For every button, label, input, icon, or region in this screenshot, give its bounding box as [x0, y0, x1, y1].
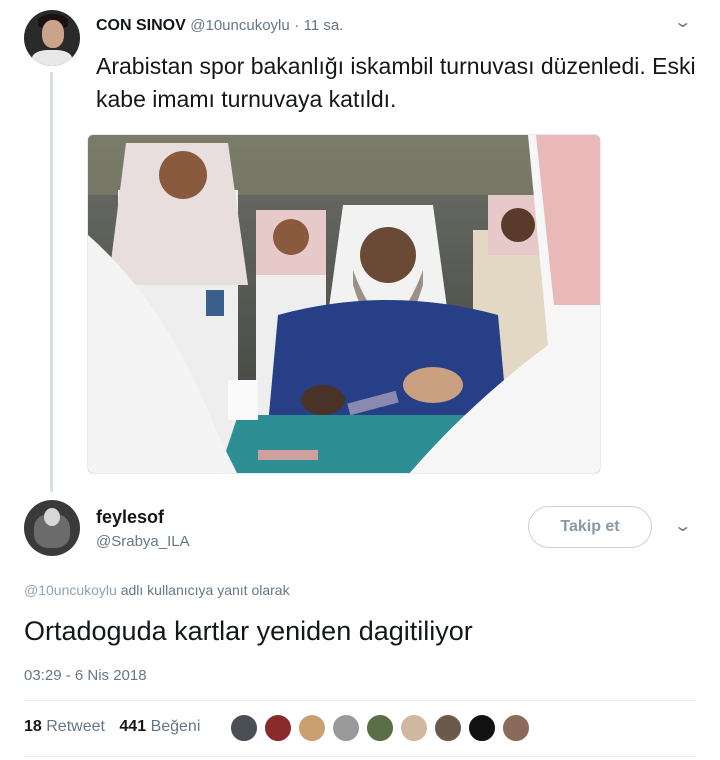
tweet-header: CON SINOV @10uncukoylu · 11 sa.: [96, 16, 343, 36]
reply-author-handle[interactable]: @Srabya_ILA: [96, 533, 190, 550]
reply-author-name[interactable]: feylesof: [96, 507, 164, 528]
avatar-figure-head: [44, 508, 60, 526]
divider: [24, 700, 696, 701]
replying-to-line: @10uncukoylu adlı kullanıcıya yanıt olar…: [24, 582, 290, 598]
liker-avatar[interactable]: [434, 714, 462, 742]
thread-connector-line: [50, 72, 53, 492]
card-game-photo: [88, 135, 600, 473]
chevron-down-icon[interactable]: ⌄: [673, 516, 692, 536]
liker-avatar[interactable]: [298, 714, 326, 742]
follow-button[interactable]: Takip et: [528, 506, 652, 548]
retweet-count: 18: [24, 718, 42, 735]
retweet-stat[interactable]: 18 Retweet: [24, 718, 105, 735]
liker-avatar[interactable]: [502, 714, 530, 742]
author-avatar[interactable]: [24, 10, 80, 66]
avatar-shirt: [32, 50, 72, 66]
replying-to-text: adlı kullanıcıya yanıt olarak: [116, 582, 290, 598]
reply-text: Ortadoguda kartlar yeniden dagitiliyor: [24, 616, 473, 646]
reply-author-avatar[interactable]: [24, 500, 80, 556]
liker-avatar[interactable]: [230, 714, 258, 742]
reply-timestamp[interactable]: 03:29 - 6 Nis 2018: [24, 667, 147, 684]
liker-avatar[interactable]: [264, 714, 292, 742]
tweet-photo[interactable]: [87, 134, 601, 474]
separator-dot: ·: [294, 17, 300, 34]
chevron-down-icon[interactable]: ⌄: [673, 12, 692, 32]
author-handle[interactable]: @10uncukoylu: [190, 17, 289, 34]
like-count: 441: [119, 718, 147, 735]
tweet-text: Arabistan spor bakanlığı iskambil turnuv…: [96, 53, 696, 112]
like-stat[interactable]: 441 Beğeni: [119, 718, 200, 735]
engagement-stats: 18 Retweet 441 Beğeni: [24, 718, 210, 736]
liker-avatar[interactable]: [366, 714, 394, 742]
liker-avatar[interactable]: [332, 714, 360, 742]
divider: [24, 756, 696, 757]
avatar-face: [42, 20, 64, 48]
replying-to-mention[interactable]: @10uncukoylu: [24, 582, 117, 598]
like-label: Beğeni: [150, 718, 201, 735]
retweet-label: Retweet: [46, 718, 105, 735]
author-name[interactable]: CON SINOV: [96, 17, 186, 34]
liker-avatar[interactable]: [468, 714, 496, 742]
tweet-time[interactable]: 11 sa.: [304, 17, 344, 34]
liker-avatar[interactable]: [400, 714, 428, 742]
